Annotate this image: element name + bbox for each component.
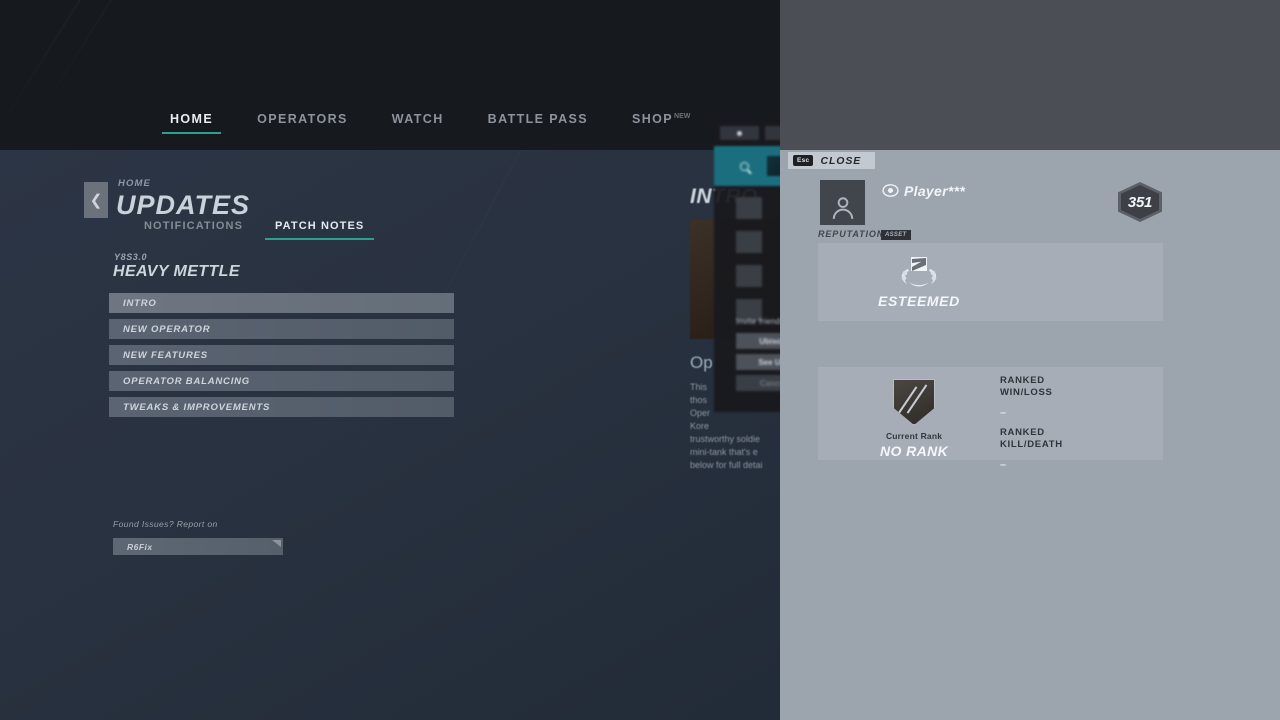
search-icon	[740, 161, 749, 171]
avatar[interactable]	[820, 180, 865, 225]
note-label: OPERATOR BALANCING	[123, 375, 250, 387]
tab-patch-notes[interactable]: PATCH NOTES	[259, 220, 380, 242]
current-rank-block: Current Rank NO RANK	[880, 379, 948, 459]
dot-icon	[737, 130, 742, 136]
stat-value: –	[1000, 459, 1007, 471]
patch-notes-list: INTRO NEW OPERATOR NEW FEATURES OPERATOR…	[109, 293, 454, 423]
current-rank-label: Current Rank	[885, 431, 943, 441]
reputation-card: ESTEEMED	[818, 243, 1163, 321]
nav-item-battle-pass[interactable]: BATTLE PASS	[466, 108, 610, 138]
laurel-wreath-icon	[901, 257, 937, 287]
level-badge: 351	[1118, 182, 1162, 222]
r6fix-label: R6Fix	[127, 541, 153, 552]
chevron-left-icon: ❮	[89, 192, 103, 209]
player-profile-overlay: Esc CLOSE Player*** 351 REPUTATION ASSET	[780, 0, 1280, 720]
stat-ranked-kill-death: RANKED KILL/DEATH –	[1000, 427, 1063, 471]
nav-item-home[interactable]: HOME	[148, 108, 235, 138]
slash-line	[906, 384, 928, 414]
nav-item-label: BATTLE PASS	[487, 112, 588, 126]
tab-label: PATCH NOTES	[275, 220, 365, 232]
dialog-tab[interactable]	[720, 126, 759, 140]
list-item[interactable]: TWEAKS & IMPROVEMENTS	[109, 397, 454, 417]
page-title: UPDATES	[116, 190, 251, 220]
friend-avatar	[736, 230, 762, 253]
stat-ranked-win-loss: RANKED WIN/LOSS –	[1000, 375, 1053, 419]
tab-label: NOTIFICATIONS	[144, 220, 244, 232]
nav-item-shop[interactable]: SHOPNEW	[610, 108, 712, 138]
report-issues-label: Found Issues? Report on	[113, 519, 218, 529]
note-label: INTRO	[123, 297, 157, 309]
stat-value: –	[1000, 407, 1007, 419]
stat-label: RANKED WIN/LOSS	[1000, 375, 1053, 399]
nav-item-operators[interactable]: OPERATORS	[235, 108, 370, 138]
level-value: 351	[1127, 193, 1153, 211]
season-name: HEAVY METTLE	[113, 263, 240, 280]
nav-item-watch[interactable]: WATCH	[370, 108, 466, 138]
friend-avatar	[736, 264, 762, 287]
stat-label-line: KILL/DEATH	[1000, 439, 1063, 450]
season-version: Y8S3.0	[114, 252, 148, 262]
person-icon	[832, 197, 853, 219]
r6fix-button[interactable]: R6Fix	[113, 538, 283, 555]
list-item[interactable]: NEW FEATURES	[109, 345, 454, 365]
nav-item-label: WATCH	[391, 112, 444, 126]
nav-item-label: HOME	[170, 112, 214, 126]
note-label: TWEAKS & IMPROVEMENTS	[123, 401, 271, 413]
overlay-top-band	[780, 0, 1280, 150]
esc-key-badge: Esc	[793, 155, 814, 166]
stat-label: RANKED KILL/DEATH	[1000, 427, 1063, 451]
reputation-content: ESTEEMED	[878, 255, 960, 309]
corner-marker-icon	[272, 540, 281, 547]
reputation-value: ESTEEMED	[878, 293, 960, 309]
stat-label-line: RANKED	[1000, 427, 1045, 438]
nav-item-label: OPERATORS	[257, 112, 348, 126]
rank-stats-card: Current Rank NO RANK RANKED WIN/LOSS – R…	[818, 367, 1163, 471]
friend-avatar	[736, 196, 762, 219]
stat-label-line: WIN/LOSS	[1000, 387, 1053, 398]
list-item[interactable]: OPERATOR BALANCING	[109, 371, 454, 391]
close-label: CLOSE	[820, 154, 862, 167]
list-item[interactable]: INTRO	[109, 293, 454, 313]
close-button[interactable]: Esc CLOSE	[788, 152, 876, 169]
shield-no-rank-icon	[893, 379, 936, 425]
note-label: NEW OPERATOR	[123, 323, 211, 335]
nav-item-label: SHOP	[632, 112, 674, 126]
eye-icon	[882, 184, 899, 197]
current-rank-value: NO RANK	[880, 443, 949, 459]
shop-new-badge: NEW	[674, 112, 691, 120]
list-item[interactable]: NEW OPERATOR	[109, 319, 454, 339]
breadcrumb: HOME	[118, 178, 151, 189]
player-name: Player***	[904, 183, 966, 199]
reputation-label: REPUTATION	[818, 229, 885, 239]
back-button[interactable]: ❮	[84, 182, 108, 218]
invite-friends-label: Invite friends	[736, 317, 785, 326]
page-tabs: NOTIFICATIONS PATCH NOTES	[128, 220, 380, 242]
tab-notifications[interactable]: NOTIFICATIONS	[128, 220, 259, 242]
stat-label-line: RANKED	[1000, 375, 1045, 386]
note-label: NEW FEATURES	[123, 349, 208, 361]
reputation-tag: ASSET	[881, 230, 911, 240]
